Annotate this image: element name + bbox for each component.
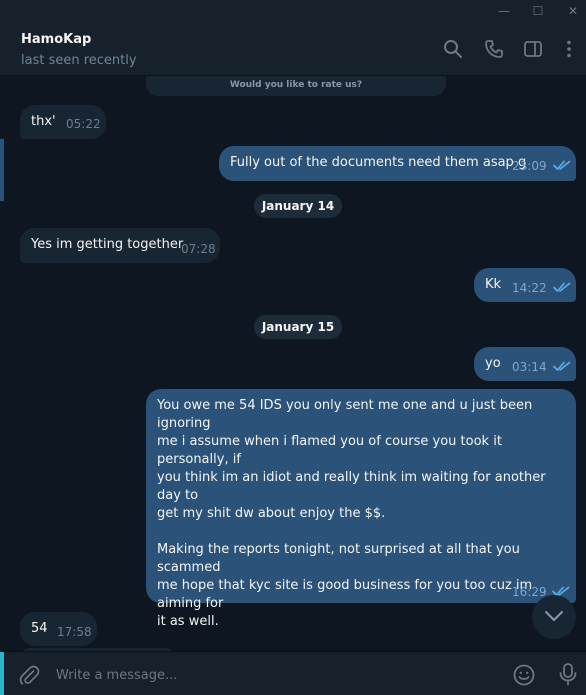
selection-indicator [0,139,4,201]
date-separator: January 14 [254,194,342,218]
sidebar-toggle-icon[interactable] [523,39,543,59]
message-text: 54 [31,621,48,636]
scroll-to-bottom-button[interactable] [532,595,576,639]
message-outgoing[interactable]: You owe me 54 IDS you only sent me one a… [146,389,576,651]
maximize-button[interactable]: ☐ [528,2,548,20]
more-vertical-icon[interactable] [559,39,579,59]
focus-indicator [0,652,4,695]
chevron-down-icon [545,611,563,621]
message-text: thx' [31,114,56,129]
chat-title[interactable]: HamoKap [21,32,91,47]
message-incoming[interactable]: thx' 05:22 [20,105,106,139]
message-text: Yes im getting together [31,237,184,252]
message-outgoing[interactable]: Kk 14:22 [474,268,576,302]
rating-prompt-card[interactable]: Would you like to rate us? [146,76,446,96]
microphone-icon[interactable] [557,662,579,686]
message-time: 05:22 [66,117,101,131]
search-icon[interactable] [443,39,463,59]
message-time: 14:22 [512,281,547,295]
minimize-button[interactable]: — [494,2,514,20]
date-separator: January 15 [254,315,342,339]
close-window-button[interactable]: ✕ [563,2,583,20]
double-check-icon [553,360,571,372]
message-text: You owe me 54 IDS you only sent me one a… [157,398,546,651]
message-incoming[interactable]: Yes im getting together 07:28 [20,228,220,263]
phone-icon[interactable] [484,39,504,59]
message-text: Fully out of the documents need them asa… [230,155,527,170]
message-input[interactable] [56,664,476,686]
message-time: 03:14 [512,360,547,374]
chat-status: last seen recently [21,53,137,68]
emoji-icon[interactable] [512,663,536,687]
double-check-icon [553,281,571,293]
message-time: 23:09 [512,159,547,173]
double-check-icon [553,159,571,171]
compose-bar [0,651,586,695]
paperclip-icon[interactable] [18,664,40,686]
message-text: Kk [485,277,502,292]
message-incoming[interactable]: 54 17:58 [20,612,97,646]
chat-header[interactable]: HamoKap last seen recently [0,22,586,76]
message-text: yo [485,356,501,371]
message-list[interactable]: Would you like to rate us? thx' 05:22 Fu… [0,76,586,651]
rating-prompt-text: Would you like to rate us? [229,80,363,90]
message-time: 17:58 [57,625,92,639]
message-outgoing[interactable]: Fully out of the documents need them asa… [219,146,576,181]
window-titlebar: — ☐ ✕ [0,0,586,22]
message-outgoing[interactable]: yo 03:14 [474,347,576,381]
message-time: 07:28 [181,242,216,256]
